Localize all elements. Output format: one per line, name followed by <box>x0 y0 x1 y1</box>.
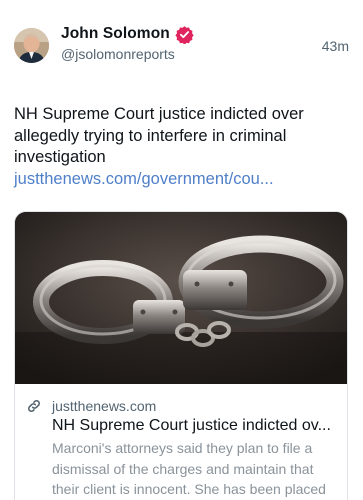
card-domain: justthenews.com <box>52 398 157 414</box>
link-preview-card[interactable]: justthenews.com NH Supreme Court justice… <box>14 211 348 500</box>
card-body: justthenews.com NH Supreme Court justice… <box>15 384 347 500</box>
author-display-name[interactable]: John Solomon <box>61 25 170 43</box>
verified-badge-icon <box>175 25 194 44</box>
author-handle[interactable]: @jsolomonreports <box>61 46 349 62</box>
link-icon <box>26 398 42 414</box>
card-description: Marconi's attorneys said they plan to fi… <box>52 440 326 497</box>
post[interactable]: John Solomon @jsolomonreports 43m NH Sup… <box>0 0 363 500</box>
author-info: John Solomon @jsolomonreports <box>61 24 349 62</box>
avatar[interactable] <box>14 28 49 63</box>
post-link[interactable]: justthenews.com/government/cou... <box>14 170 274 188</box>
card-image-handcuffs[interactable] <box>15 212 347 384</box>
post-body-text: NH Supreme Court justice indicted over a… <box>14 105 304 166</box>
card-title[interactable]: NH Supreme Court justice indicted ov... <box>26 417 335 435</box>
post-header: John Solomon @jsolomonreports <box>14 24 349 70</box>
post-timestamp[interactable]: 43m <box>322 38 349 54</box>
post-text: NH Supreme Court justice indicted over a… <box>14 104 344 190</box>
